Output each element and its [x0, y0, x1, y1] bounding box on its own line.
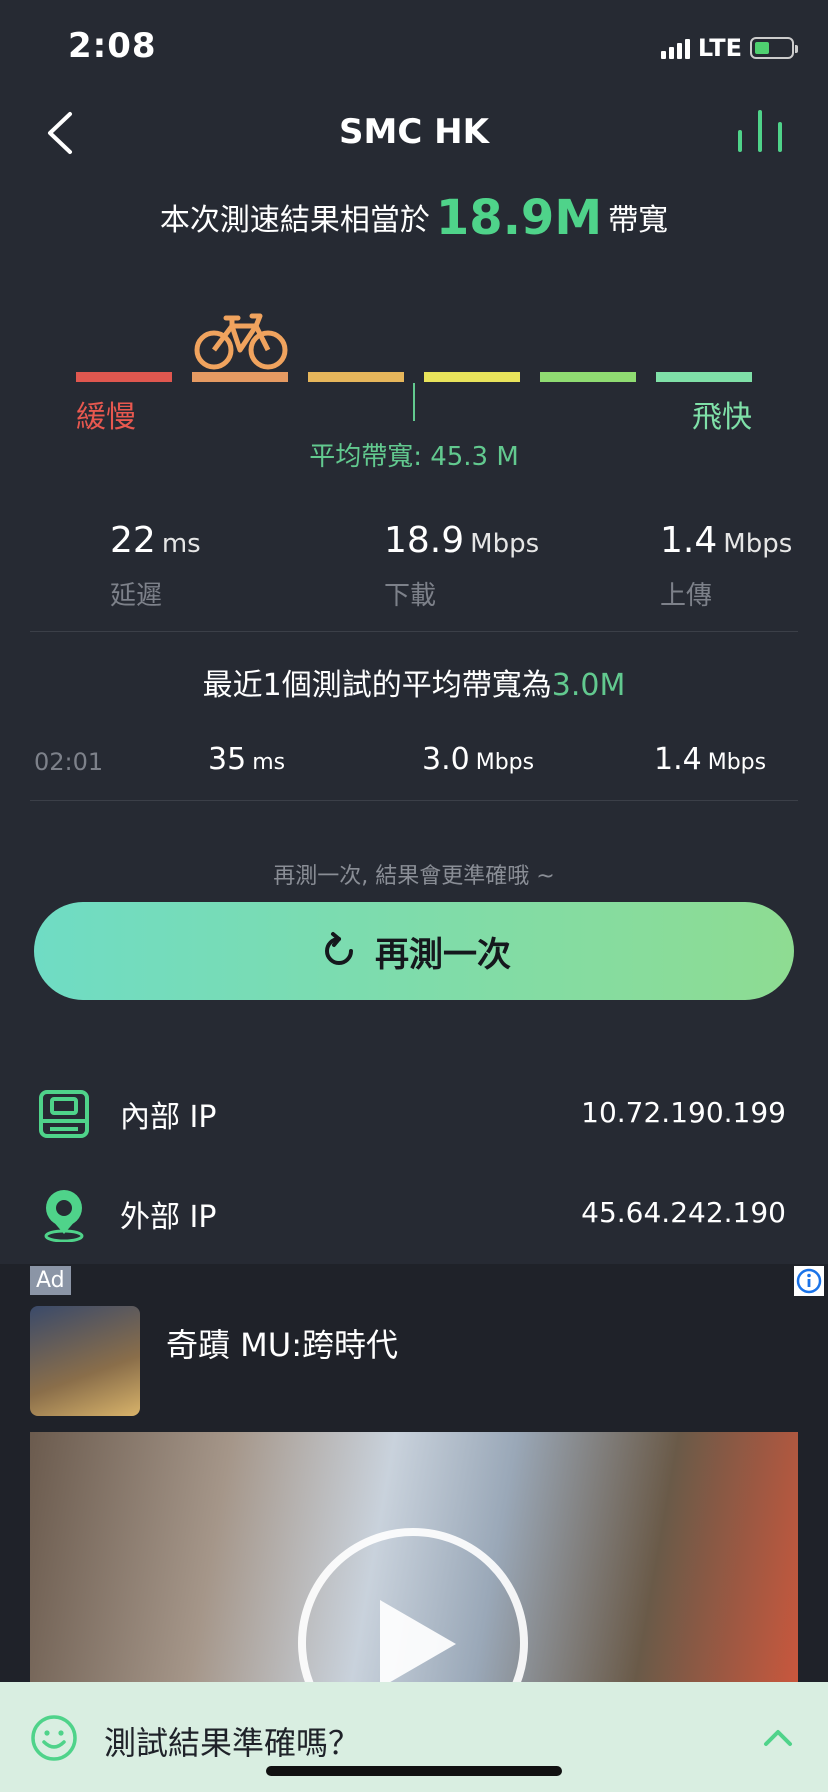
- feedback-question: 測試結果準確嗎？: [104, 1724, 361, 1762]
- recent-value: 3.0M: [551, 668, 626, 703]
- latency-unit: ms: [161, 529, 201, 559]
- average-bandwidth-label: 平均帶寬: 45.3 M: [309, 442, 519, 472]
- latency-value: 22: [110, 520, 156, 561]
- info-icon[interactable]: [794, 1266, 824, 1296]
- speed-segment: [76, 372, 172, 382]
- latency-metric: 22 ms 延遲: [110, 520, 201, 612]
- upload-value: 1.4: [660, 520, 718, 561]
- recent-average: 最近1個測試的平均帶寬為3.0M: [0, 660, 828, 704]
- speed-segment: [424, 372, 520, 382]
- divider: [30, 631, 798, 632]
- history-download-value: 3.0: [422, 742, 470, 777]
- latency-label: 延遲: [110, 581, 163, 611]
- chevron-up-icon[interactable]: [760, 1722, 796, 1752]
- signal-icon: [660, 37, 690, 59]
- bicycle-icon: [194, 313, 288, 370]
- ad-title[interactable]: 奇蹟 MU:跨時代: [166, 1320, 398, 1366]
- upload-unit: Mbps: [723, 529, 793, 559]
- location-pin-icon: [44, 1190, 84, 1242]
- headline-value: 18.9M: [435, 190, 603, 246]
- speed-segment: [656, 372, 752, 382]
- ad-app-icon[interactable]: [30, 1306, 140, 1416]
- history-latency-value: 35: [208, 742, 247, 777]
- headline-prefix: 本次測速結果相當於: [159, 203, 430, 238]
- history-upload-value: 1.4: [654, 742, 702, 777]
- fast-label: 飛快: [692, 400, 752, 435]
- network-type: LTE: [697, 34, 742, 62]
- headline-suffix: 帶寬: [608, 203, 669, 238]
- status-time: 2:08: [68, 26, 157, 66]
- play-triangle: [380, 1600, 456, 1688]
- history-upload-unit: Mbps: [707, 750, 767, 775]
- ad-badge: Ad: [30, 1266, 71, 1295]
- upload-metric: 1.4 Mbps 上傳: [660, 520, 792, 612]
- upload-label: 上傳: [660, 581, 713, 611]
- external-ip-row: 外部 IP: [38, 1184, 216, 1244]
- page-title: SMC HK: [339, 112, 489, 152]
- refresh-icon: [325, 932, 353, 965]
- status-icons: LTE: [660, 34, 798, 62]
- slow-label: 緩慢: [76, 400, 136, 435]
- history-latency-unit: ms: [252, 750, 286, 775]
- download-label: 下載: [384, 581, 437, 611]
- result-headline: 本次測速結果相當於 18.9M 帶寬: [0, 190, 828, 246]
- download-value: 18.9: [384, 520, 465, 561]
- history-download-unit: Mbps: [475, 750, 535, 775]
- retest-hint: 再測一次, 結果會更準確哦 ~: [273, 864, 555, 889]
- recent-prefix: 最近1個測試的平均帶寬為: [202, 668, 552, 703]
- history-time: 02:01: [34, 748, 104, 776]
- external-ip-label: 外部 IP: [120, 1200, 217, 1235]
- average-marker: [413, 383, 415, 421]
- history-upload: 1.4 Mbps: [654, 742, 766, 777]
- battery-icon: [750, 37, 798, 59]
- internal-ip-label: 內部 IP: [120, 1100, 217, 1135]
- speed-segment: [308, 372, 404, 382]
- download-unit: Mbps: [470, 529, 540, 559]
- server-icon: [39, 1090, 89, 1138]
- history-latency: 35 ms: [208, 742, 285, 777]
- retest-button-label: 再測一次: [375, 934, 511, 975]
- speed-segment: [540, 372, 636, 382]
- history-download: 3.0 Mbps: [422, 742, 534, 777]
- internal-ip-row: 內部 IP: [38, 1084, 216, 1144]
- internal-ip-value: 10.72.190.199: [581, 1096, 786, 1129]
- home-indicator: [266, 1766, 562, 1776]
- speed-segment: [192, 372, 288, 382]
- divider: [30, 800, 798, 801]
- download-metric: 18.9 Mbps 下載: [384, 520, 539, 612]
- smile-icon: [31, 1715, 77, 1761]
- external-ip-value: 45.64.242.190: [581, 1196, 786, 1229]
- bar-chart-icon[interactable]: [736, 108, 784, 152]
- retest-button[interactable]: 再測一次: [34, 902, 794, 1000]
